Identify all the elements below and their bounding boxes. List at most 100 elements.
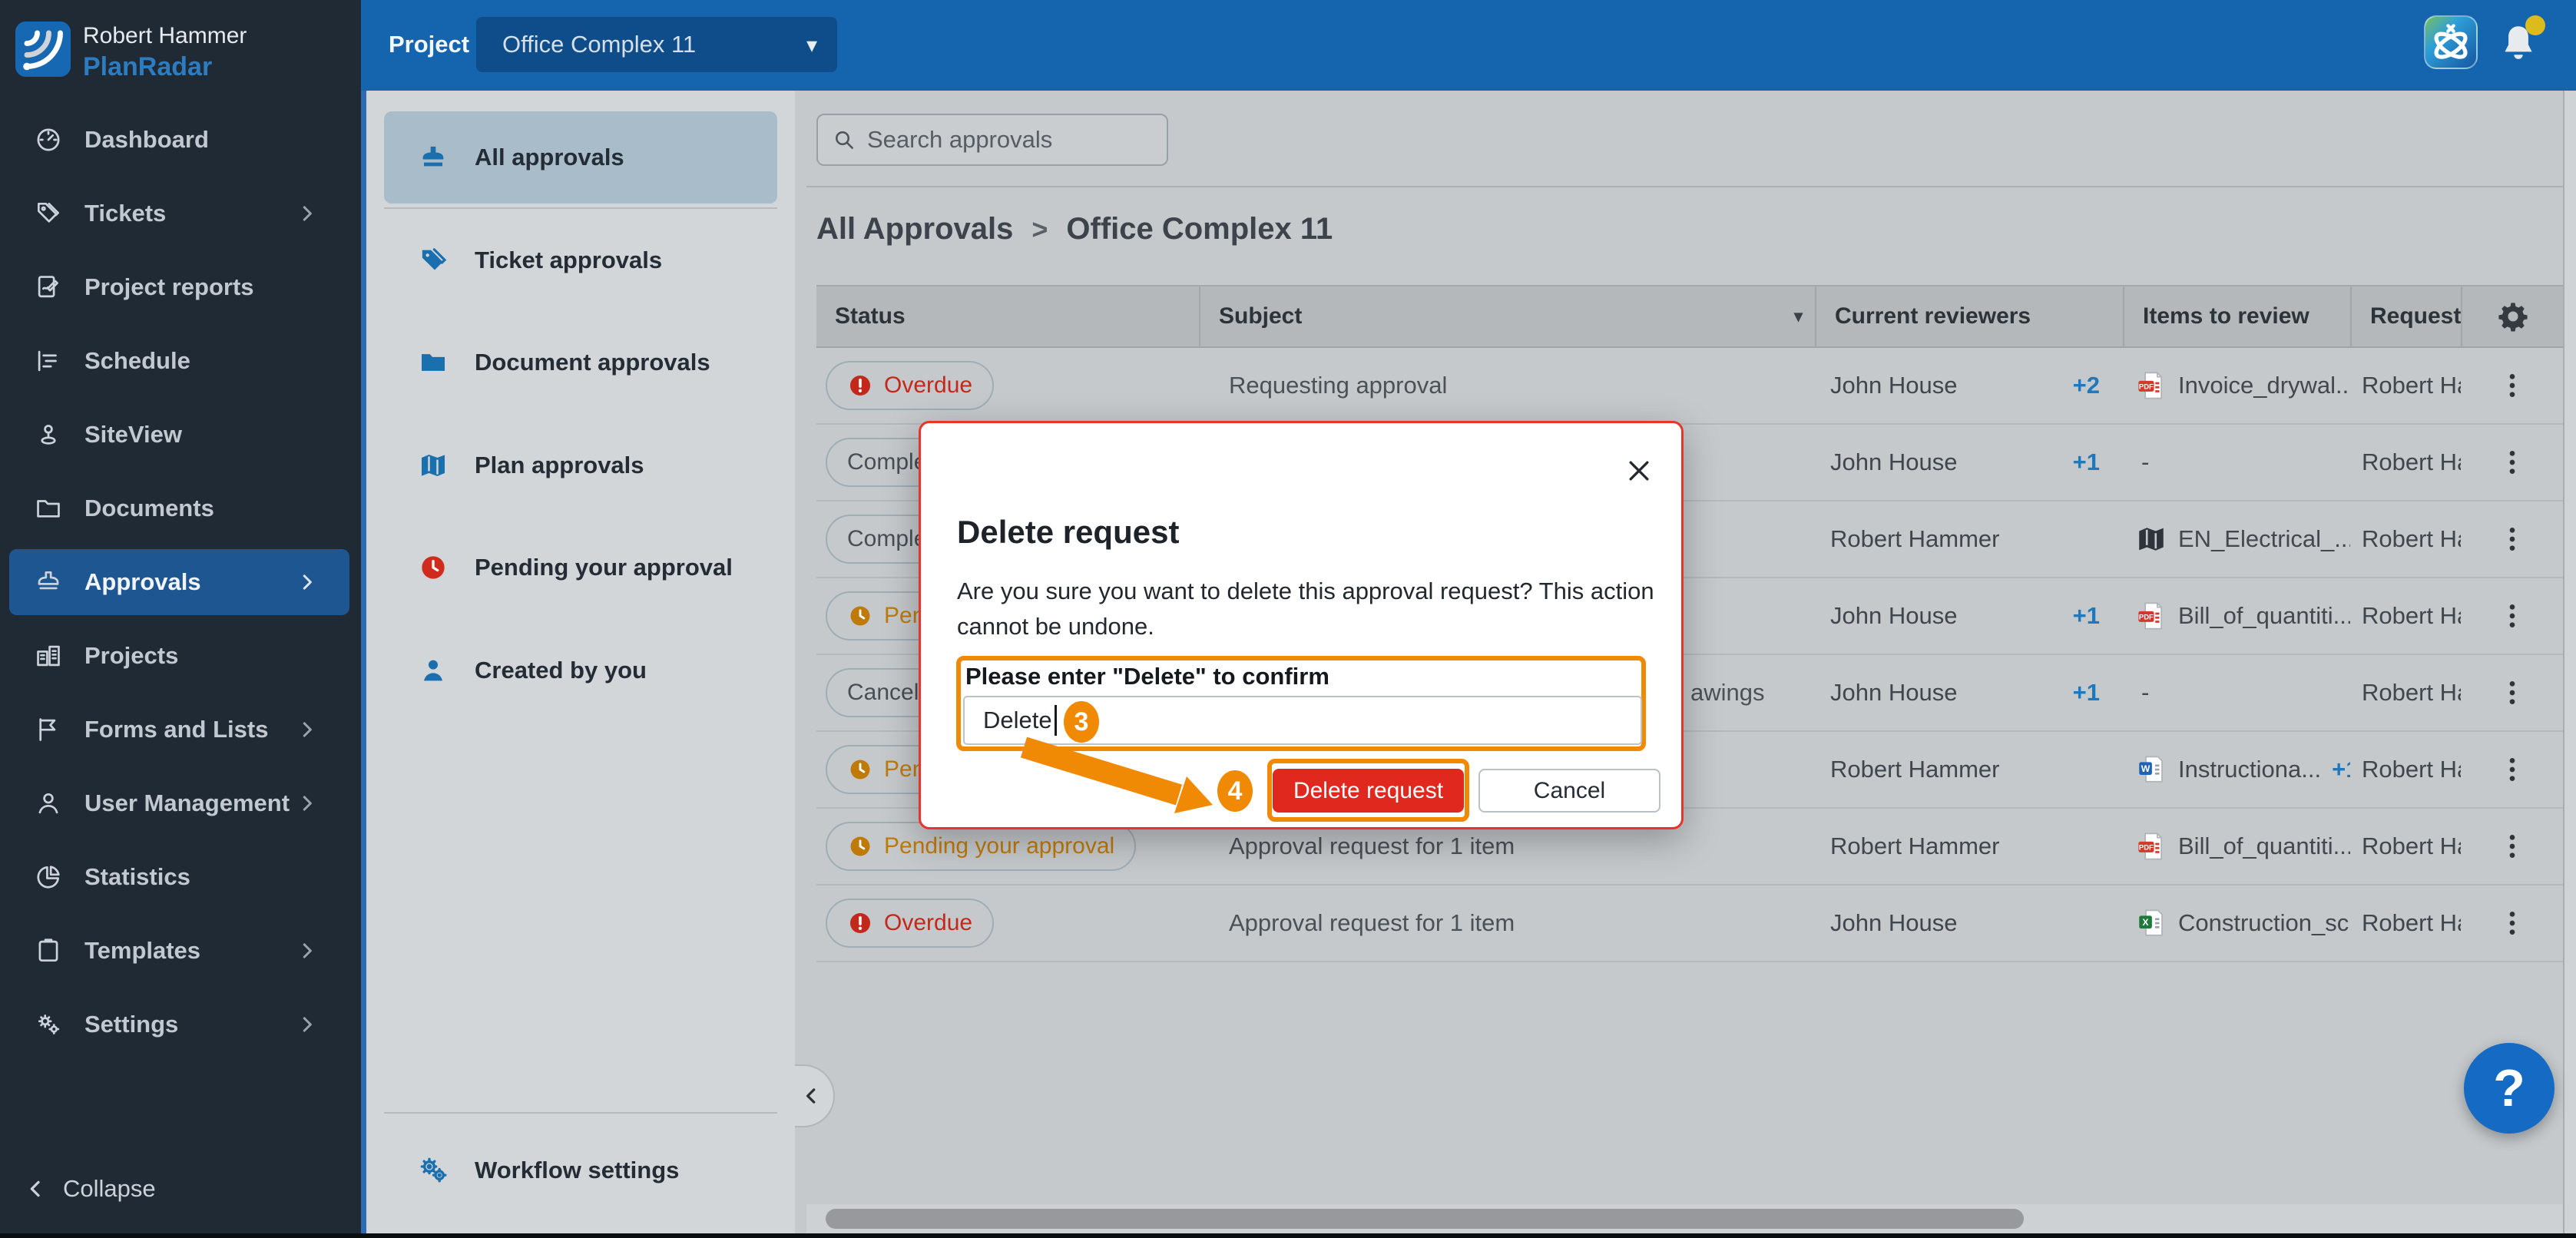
horizontal-scrollbar-thumb[interactable] (826, 1209, 2024, 1229)
more-reviewers-count[interactable]: +1 (2073, 679, 2100, 707)
sidebar-item-forms-and-lists[interactable]: Forms and Lists (9, 697, 349, 763)
chevron-right-icon (296, 718, 319, 741)
chevron-right-icon (296, 939, 319, 962)
row-menu-kebab-icon[interactable] (2497, 751, 2528, 788)
subnav-item-plan-approvals[interactable]: Plan approvals (384, 419, 777, 511)
buildings-icon (34, 641, 63, 670)
modal-body-text: Are you sure you want to delete this app… (957, 574, 1654, 644)
folder-icon (34, 494, 63, 523)
notification-bell-icon[interactable] (2495, 18, 2542, 69)
subnav-item-workflow-settings[interactable]: Workflow settings (384, 1124, 777, 1216)
current-reviewer: John House (1830, 679, 1957, 707)
item-file-name[interactable]: EN_Electrical_... (2178, 525, 2350, 553)
notification-dot (2525, 15, 2545, 35)
requester-name: Robert Ha (2362, 602, 2461, 630)
pending-clock-icon (847, 756, 873, 783)
column-settings-gear-button[interactable] (2461, 286, 2563, 346)
row-menu-kebab-icon[interactable] (2497, 521, 2528, 558)
subnav-item-all-approvals[interactable]: All approvals (384, 111, 777, 204)
tags-icon (34, 199, 63, 228)
subnav-item-document-approvals[interactable]: Document approvals (384, 316, 777, 409)
close-icon[interactable] (1624, 455, 1654, 486)
annotation-arrow-icon (1012, 737, 1234, 821)
sidebar-item-siteview[interactable]: SiteView (9, 402, 349, 468)
modal-body-line2: cannot be undone. (957, 609, 1654, 644)
row-menu-kebab-icon[interactable] (2497, 597, 2528, 634)
cancel-button[interactable]: Cancel (1478, 769, 1660, 813)
sidebar-item-schedule[interactable]: Schedule (9, 328, 349, 394)
search-input[interactable] (867, 126, 1144, 154)
user-block[interactable]: Robert Hammer PlanRadar (15, 20, 346, 81)
chevron-right-icon (296, 571, 319, 594)
item-file-name[interactable]: Instructiona... (2178, 756, 2321, 783)
sidebar-item-label: Projects (84, 642, 178, 670)
item-file-name[interactable]: Construction_sc... (2178, 909, 2350, 937)
subnav-item-pending-your-approval[interactable]: Pending your approval (384, 521, 777, 614)
more-reviewers-count[interactable]: +1 (2073, 602, 2100, 630)
gantt-icon (34, 346, 63, 376)
annotation-step-3-badge: 3 (1064, 701, 1099, 743)
item-file-name[interactable]: Bill_of_quantiti... (2178, 602, 2350, 630)
sort-caret-icon[interactable]: ▾ (1794, 306, 1803, 326)
more-items-count[interactable]: +1 (2332, 756, 2350, 783)
sidebar-item-projects[interactable]: Projects (9, 623, 349, 689)
stamp-icon (34, 568, 63, 597)
collapse-label: Collapse (63, 1175, 156, 1203)
subnav-item-created-by-you[interactable]: Created by you (384, 624, 777, 717)
chevron-left-icon (800, 1084, 823, 1107)
sidebar-item-statistics[interactable]: Statistics (9, 844, 349, 910)
gauge-icon (34, 125, 63, 154)
vertical-scrollbar[interactable] (2563, 91, 2576, 1238)
column-header-subject[interactable]: Subject▾ (1199, 286, 1815, 346)
sidebar-item-settings[interactable]: Settings (9, 991, 349, 1058)
svg-text:W: W (2141, 763, 2151, 774)
sidebar-item-approvals[interactable]: Approvals (9, 549, 349, 615)
sidebar-item-dashboard[interactable]: Dashboard (9, 107, 349, 173)
row-menu-kebab-icon[interactable] (2497, 905, 2528, 942)
breadcrumb-parent[interactable]: All Approvals (816, 212, 1013, 247)
column-header-status[interactable]: Status (816, 286, 1199, 346)
sidebar-item-label: Settings (84, 1011, 178, 1038)
pdf-file-icon: PDF (2135, 830, 2167, 862)
modal-body-line1: Are you sure you want to delete this app… (957, 574, 1654, 609)
user-name: Robert Hammer (83, 23, 247, 49)
column-header-requester[interactable]: Requester (2350, 286, 2461, 346)
sidebar-item-label: Schedule (84, 347, 190, 375)
subject-text: Requesting approval (1229, 372, 1447, 399)
item-file-name[interactable]: Bill_of_quantiti... (2178, 833, 2350, 860)
clipboard-icon (34, 936, 63, 965)
row-menu-kebab-icon[interactable] (2497, 674, 2528, 711)
sidebar-item-templates[interactable]: Templates (9, 918, 349, 984)
sidebar-item-label: Tickets (84, 200, 166, 227)
approval-row-8[interactable]: OverdueApproval request for 1 itemJohn H… (816, 885, 2563, 962)
sidebar-item-project-reports[interactable]: Project reports (9, 254, 349, 320)
delete-request-button[interactable]: Delete request (1273, 769, 1464, 813)
text-cursor (1055, 705, 1057, 736)
current-reviewer: John House (1830, 372, 1957, 399)
sidebar-item-user-management[interactable]: User Management (9, 770, 349, 836)
column-header-items-to-review[interactable]: Items to review (2123, 286, 2350, 346)
row-menu-kebab-icon[interactable] (2497, 828, 2528, 865)
subnav-item-ticket-approvals[interactable]: Ticket approvals (384, 214, 777, 306)
project-selector[interactable]: Office Complex 11 ▾ (476, 17, 837, 72)
sidebar-item-documents[interactable]: Documents (9, 475, 349, 541)
divider (806, 186, 2563, 187)
app-switcher-icon[interactable] (2424, 15, 2478, 69)
chevron-right-icon (296, 792, 319, 815)
help-button[interactable]: ? (2464, 1043, 2554, 1134)
sidebar-item-tickets[interactable]: Tickets (9, 180, 349, 247)
horizontal-scrollbar[interactable] (806, 1204, 2563, 1233)
item-file-name[interactable]: Invoice_drywal... (2178, 372, 2350, 399)
column-header-current-reviewers[interactable]: Current reviewers (1815, 286, 2123, 346)
more-reviewers-count[interactable]: +2 (2073, 372, 2100, 399)
chevron-right-icon (296, 1013, 319, 1036)
approval-row-1[interactable]: OverdueRequesting approvalJohn House+2PD… (816, 348, 2563, 425)
gears-icon (418, 1155, 449, 1186)
pending-clock-icon (847, 833, 873, 859)
no-items-dash: - (2141, 679, 2149, 707)
requester-name: Robert Ha (2362, 833, 2461, 860)
sidebar-collapse-button[interactable]: Collapse (23, 1175, 156, 1203)
row-menu-kebab-icon[interactable] (2497, 444, 2528, 481)
row-menu-kebab-icon[interactable] (2497, 367, 2528, 404)
more-reviewers-count[interactable]: +1 (2073, 449, 2100, 476)
